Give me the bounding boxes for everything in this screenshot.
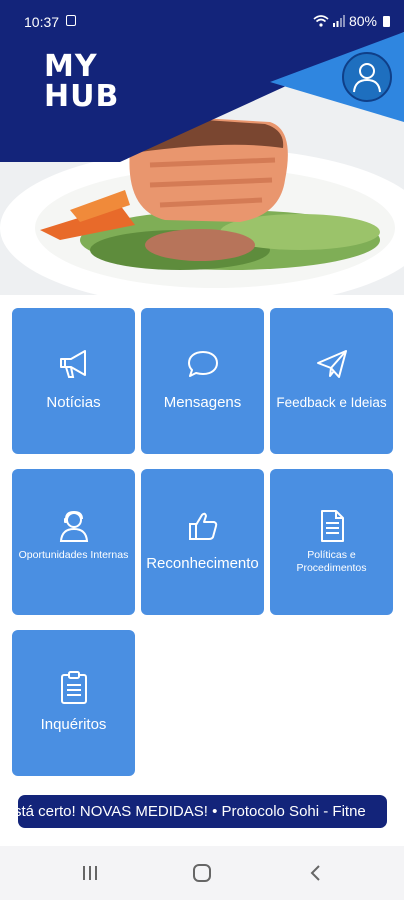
document-icon (320, 510, 344, 542)
battery-percent: 80% (348, 13, 377, 29)
tile-label: Inquéritos (40, 716, 107, 733)
thumbs-up-icon (188, 512, 217, 540)
hero-banner (0, 0, 404, 295)
wifi-icon (313, 15, 329, 27)
paper-plane-icon (316, 350, 347, 378)
tile-label: Feedback e Ideias (276, 395, 387, 410)
tile-feedback-ideias[interactable]: Feedback e Ideias (270, 308, 393, 454)
back-button[interactable] (304, 862, 328, 884)
tile-reconhecimento[interactable]: Reconhecimento (141, 469, 264, 615)
signal-icon (332, 15, 345, 27)
app-logo: MY HUB (44, 52, 119, 112)
tile-mensagens[interactable]: Mensagens (141, 308, 264, 454)
recent-apps-button[interactable] (78, 862, 102, 884)
tile-label: Políticas e Procedimentos (296, 549, 367, 574)
clipboard-icon (60, 671, 87, 704)
speech-bubble-icon (187, 351, 218, 377)
user-icon (353, 63, 381, 93)
home-icon (193, 864, 211, 882)
tile-inqueritos[interactable]: Inquéritos (12, 630, 135, 776)
tile-label: Notícias (46, 394, 101, 411)
tile-label: Oportunidades Internas (18, 549, 129, 561)
profile-avatar-button[interactable] (342, 52, 392, 102)
notification-icon (66, 15, 76, 26)
tile-oportunidades-internas[interactable]: Oportunidades Internas (12, 469, 135, 615)
home-button[interactable] (190, 862, 214, 884)
tile-label: Reconhecimento (146, 555, 259, 572)
logo-line-2: HUB (44, 79, 120, 114)
status-bar: 10:37 80% (0, 0, 404, 44)
tile-politicas-procedimentos[interactable]: Políticas e Procedimentos (270, 469, 393, 615)
logo-line-1: MY (44, 49, 98, 84)
news-ticker[interactable]: stá certo! NOVAS MEDIDAS! • Protocolo So… (18, 795, 387, 828)
person-icon (59, 510, 88, 542)
status-time: 10:37 (24, 14, 60, 30)
status-indicators: 80% (313, 13, 390, 29)
tile-label: Mensagens (163, 394, 242, 411)
megaphone-icon (59, 350, 86, 378)
tile-noticias[interactable]: Notícias (12, 308, 135, 454)
battery-icon (383, 15, 390, 27)
system-nav-bar (0, 846, 404, 900)
hero-food-image (0, 0, 404, 295)
ticker-text: stá certo! NOVAS MEDIDAS! • Protocolo So… (18, 803, 366, 820)
back-icon (310, 865, 320, 881)
recent-apps-icon (83, 866, 97, 880)
